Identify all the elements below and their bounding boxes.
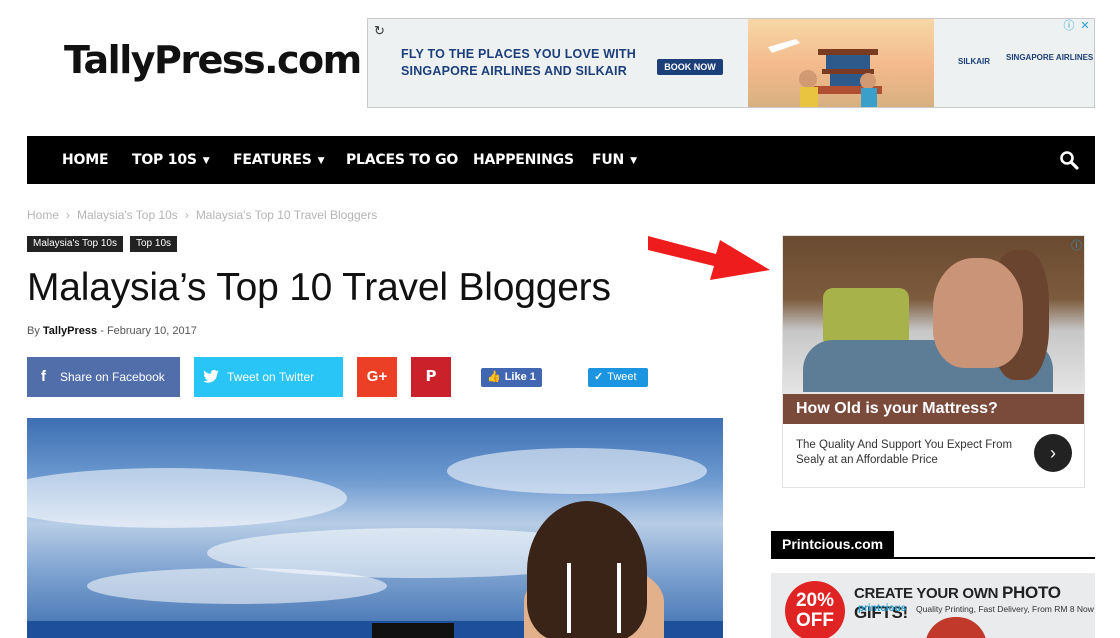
headline-prefix: CREATE YOUR OWN	[854, 585, 999, 602]
nav-label: HAPPENINGS	[473, 152, 574, 168]
googleplus-icon: G+	[366, 368, 388, 385]
search-icon[interactable]	[1059, 150, 1079, 170]
nav-label: PLACES TO GO	[346, 152, 459, 168]
twitter-icon	[194, 357, 227, 397]
nav-top10s[interactable]: TOP 10S ▼	[132, 136, 210, 184]
cloud	[447, 448, 707, 494]
nav-label: FUN	[592, 152, 625, 168]
facebook-like-button[interactable]: 👍 Like 1	[481, 368, 542, 387]
main-nav: HOME TOP 10S ▼ FEATURES ▼ PLACES TO GO HAP…	[27, 136, 1095, 184]
swimsuit-strap	[567, 563, 571, 633]
share-twitter-button[interactable]: Tweet on Twitter	[194, 357, 343, 397]
ad-image	[748, 19, 934, 107]
byline-separator: -	[100, 325, 104, 337]
nav-places-to-go[interactable]: PLACES TO GO	[346, 136, 458, 184]
article-title: Malaysia’s Top 10 Travel Bloggers	[27, 266, 611, 309]
breadcrumb: Home › Malaysia's Top 10s › Malaysia's Top 1…	[27, 208, 377, 222]
mattress-ad-image	[783, 236, 1084, 394]
ad-info-icon[interactable]: ⓘ	[1062, 19, 1076, 33]
chevron-down-icon: ▼	[317, 156, 325, 166]
like-label: Like 1	[504, 371, 536, 383]
chevron-down-icon: ▼	[630, 156, 637, 166]
chevron-right-icon[interactable]: ›	[1034, 434, 1072, 472]
nav-label: TOP 10S	[132, 152, 197, 168]
pinterest-icon: 𝗣	[425, 368, 437, 385]
woman-face	[933, 258, 1023, 368]
site-logo[interactable]: TallyPress.com	[64, 38, 362, 82]
widget-title: Printcious.com	[771, 531, 895, 558]
ad-headline[interactable]: How Old is your Mattress?	[783, 394, 1084, 424]
tweet-button[interactable]: ✓ Tweet	[588, 368, 648, 387]
nav-label: HOME	[62, 152, 109, 168]
discount-badge: 20% OFF	[785, 581, 845, 638]
widget-divider	[771, 557, 1095, 559]
breadcrumb-home[interactable]: Home	[27, 208, 59, 222]
nav-happenings[interactable]: HAPPENINGS	[473, 136, 574, 184]
sidebar-ad[interactable]: How Old is your Mattress? The Quality An…	[782, 235, 1085, 488]
ad-info-icon[interactable]: ⓘ	[1071, 237, 1082, 253]
breadcrumb-separator: ›	[66, 208, 71, 222]
silkair-logo: SILKAIR	[958, 57, 990, 66]
featured-image	[27, 418, 723, 638]
pillow	[823, 288, 909, 348]
nav-features[interactable]: FEATURES ▼	[233, 136, 325, 184]
ad-line-1: FLY TO THE PLACES YOU LOVE WITH	[401, 47, 636, 61]
thumbs-up-icon: 👍	[487, 371, 501, 383]
breadcrumb-category[interactable]: Malaysia's Top 10s	[77, 208, 178, 222]
swimsuit-strap	[617, 563, 621, 633]
tweet-label: Tweet	[607, 371, 637, 383]
author-link[interactable]: TallyPress	[43, 325, 97, 337]
post-date: February 10, 2017	[106, 325, 197, 337]
singapore-airlines-logo: SINGAPORE AIRLINES	[1006, 53, 1093, 62]
facebook-icon: f	[41, 368, 46, 385]
printcious-ad[interactable]: 20% OFF CREATE YOUR OWN PHOTO GIFTS! pri…	[771, 573, 1095, 638]
printcious-logo: printcious	[858, 603, 907, 614]
cloud	[87, 568, 387, 604]
laptop	[372, 623, 454, 638]
breadcrumb-separator: ›	[184, 208, 189, 222]
top-banner-ad[interactable]: ↻ FLY TO THE PLACES YOU LOVE WITH SINGAP…	[367, 18, 1095, 108]
woman-hair	[527, 501, 647, 638]
share-pinterest-button[interactable]: 𝗣	[411, 357, 451, 397]
ad-illustration	[768, 39, 882, 107]
byline: By TallyPress - February 10, 2017	[27, 325, 197, 337]
refresh-icon[interactable]: ↻	[374, 23, 385, 39]
nav-fun[interactable]: FUN ▼	[592, 136, 637, 184]
twitter-bird	[202, 369, 219, 383]
share-googleplus-button[interactable]: G+	[357, 357, 397, 397]
nav-label: FEATURES	[233, 152, 312, 168]
ad-close-icon[interactable]: ✕	[1078, 19, 1092, 33]
breadcrumb-current: Malaysia's Top 10 Travel Bloggers	[195, 208, 378, 222]
cloud	[27, 468, 347, 528]
red-arrow-annotation	[648, 236, 770, 280]
share-facebook-label: Share on Facebook	[60, 370, 165, 384]
by-label: By	[27, 325, 40, 337]
category-tag[interactable]: Malaysia's Top 10s	[27, 236, 123, 252]
twitter-small-icon: ✓	[594, 371, 604, 383]
ad-line-2: SINGAPORE AIRLINES AND SILKAIR	[401, 64, 627, 78]
ad-subtext: The Quality And Support You Expect From …	[796, 439, 1013, 466]
book-now-button[interactable]: BOOK NOW	[657, 59, 723, 75]
chevron-down-icon: ▼	[202, 156, 210, 166]
share-twitter-label: Tweet on Twitter	[227, 370, 315, 384]
category-tag[interactable]: Top 10s	[130, 236, 178, 252]
printcious-tagline: Quality Printing, Fast Delivery, From RM…	[916, 604, 1094, 614]
nav-home[interactable]: HOME	[62, 136, 109, 184]
sia-name: SINGAPORE AIRLINES	[1006, 53, 1094, 62]
share-facebook-button[interactable]: f Share on Facebook	[27, 357, 180, 397]
